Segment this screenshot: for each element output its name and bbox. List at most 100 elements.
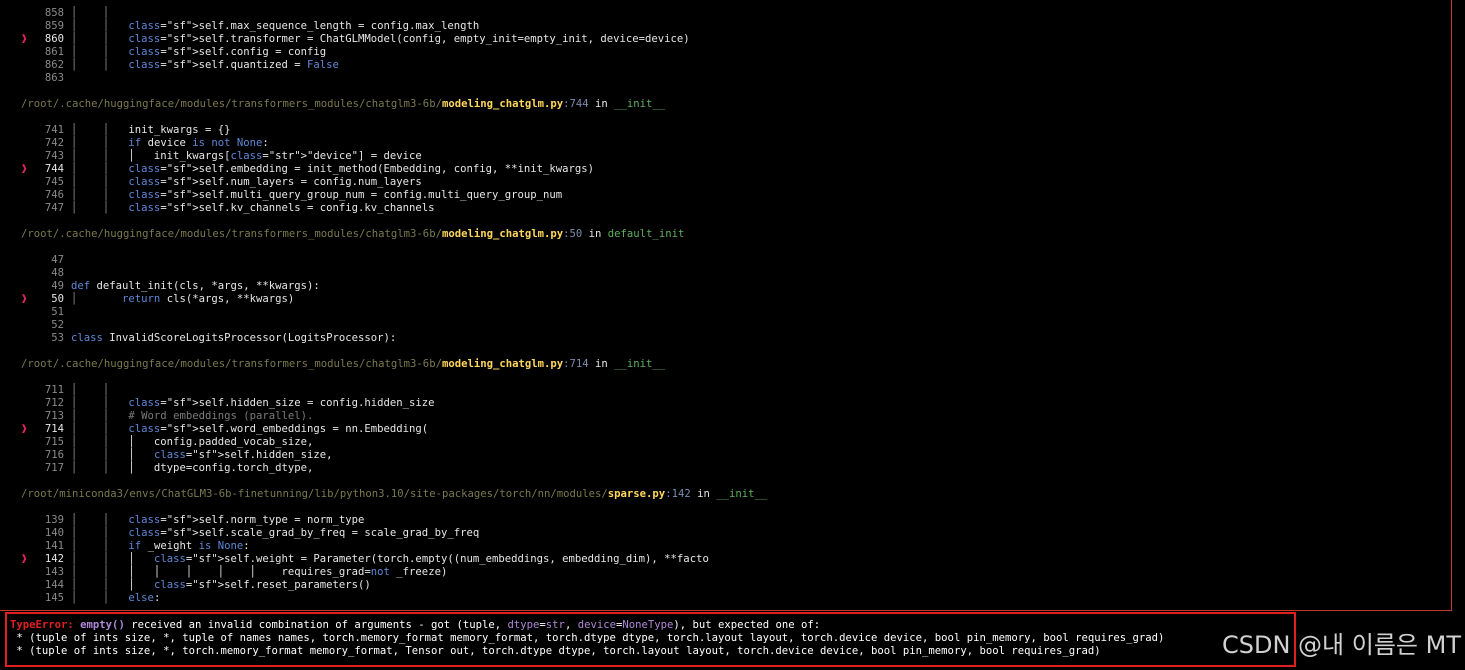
code-text: │ │ class="sf">self.quantized = False [71, 59, 339, 71]
error-signature-2: * (tuple of ints size, *, torch.memory_f… [10, 645, 1101, 657]
code-line: 713 │ │ # Word embeddings (parallel). [0, 410, 1450, 423]
code-line: 145 │ │ else: [0, 592, 1450, 605]
code-text: │ │ class="sf">self.config = config [71, 46, 327, 58]
code-line: 53 class InvalidScoreLogitsProcessor(Logi… [0, 332, 1450, 345]
line-number: 142 [44, 553, 64, 565]
code-line: 49 def default_init(cls, *args, **kwargs)… [0, 280, 1450, 293]
code-block: 711 │ │ 712 │ │ class="sf">self.hidden_siz… [0, 384, 1450, 475]
code-text: │ │ │ init_kwargs[class="str">"device"] … [71, 150, 422, 162]
code-text: │ return cls(*args, **kwargs) [71, 293, 295, 305]
code-line: 48 [0, 267, 1450, 280]
code-text: │ │ class="sf">self.norm_type = norm_typ… [71, 514, 365, 526]
code-text: │ │ class="sf">self.word_embeddings = nn… [71, 423, 429, 435]
path-dir: /root/.cache/huggingface/modules/transfo… [21, 228, 442, 240]
code-line: 861 │ │ class="sf">self.config = config [0, 46, 1450, 59]
path-in: in [588, 98, 615, 110]
line-number: 861 [44, 46, 64, 58]
path-dir: /root/miniconda3/envs/ChatGLM3-6b-finetu… [21, 488, 608, 500]
code-line: 741 │ │ init_kwargs = {} [0, 124, 1450, 137]
frame-file-path: /root/.cache/huggingface/modules/transfo… [0, 98, 1450, 111]
path-dir: /root/.cache/huggingface/modules/transfo… [21, 358, 442, 370]
path-file: modeling_chatglm.py [441, 358, 564, 370]
code-line: 863 [0, 72, 1450, 85]
code-text: │ │ │ │ │ │ │ requires_grad=not _freeze) [71, 566, 448, 578]
code-line: ❱ 714 │ │ class="sf">self.word_embeddings … [0, 423, 1450, 436]
line-number: 52 [51, 319, 64, 331]
code-line: 51 [0, 306, 1450, 319]
line-number: 717 [44, 462, 64, 474]
line-number: 741 [44, 124, 64, 136]
code-text: │ │ class="sf">self.transformer = ChatGL… [71, 33, 690, 45]
path-lineno: :50 [563, 228, 583, 240]
code-text: │ │ │ dtype=config.torch_dtype, [71, 462, 314, 474]
code-line: ❱ 860 │ │ class="sf">self.transformer = Ch… [0, 33, 1450, 46]
code-text: │ │ # Word embeddings (parallel). [71, 410, 314, 422]
code-text: │ │ class="sf">self.hidden_size = config… [71, 397, 435, 409]
path-file: modeling_chatglm.py [441, 228, 564, 240]
code-block: 139 │ │ class="sf">self.norm_type = norm_… [0, 514, 1450, 605]
current-line-marker-icon: ❱ [21, 33, 28, 45]
code-line: 745 │ │ class="sf">self.num_layers = conf… [0, 176, 1450, 189]
code-line: 141 │ │ if _weight is None: [0, 540, 1450, 553]
path-in: in [690, 488, 717, 500]
code-line: 716 │ │ │ class="sf">self.hidden_size, [0, 449, 1450, 462]
code-text: │ │ class="sf">self.max_sequence_length … [71, 20, 480, 32]
code-line: 711 │ │ [0, 384, 1450, 397]
path-in: in [588, 358, 615, 370]
frame-file-path: /root/miniconda3/envs/ChatGLM3-6b-finetu… [0, 488, 1450, 501]
path-file: modeling_chatglm.py [441, 98, 564, 110]
code-line: 747 │ │ class="sf">self.kv_channels = con… [0, 202, 1450, 215]
code-text: │ │ class="sf">self.num_layers = config.… [71, 176, 422, 188]
code-text: │ │ class="sf">self.kv_channels = config… [71, 202, 435, 214]
line-number: 862 [44, 59, 64, 71]
code-line: 139 │ │ class="sf">self.norm_type = norm_… [0, 514, 1450, 527]
code-line: 858 │ │ [0, 7, 1450, 20]
line-number: 714 [44, 423, 64, 435]
code-text: │ │ class="sf">self.scale_grad_by_freq =… [71, 527, 480, 539]
line-number: 860 [44, 33, 64, 45]
code-line: 47 [0, 254, 1450, 267]
path-function: __init__ [614, 98, 666, 110]
current-line-marker-icon: ❱ [21, 553, 28, 565]
line-number: 746 [44, 189, 64, 201]
error-signature-1: * (tuple of ints size, *, tuple of names… [10, 632, 1165, 644]
error-message-line: TypeError: empty() received an invalid c… [10, 619, 821, 631]
error-box: TypeError: empty() received an invalid c… [5, 612, 1296, 667]
code-text: │ │ [71, 7, 110, 19]
path-function: __init__ [614, 358, 666, 370]
code-line: 742 │ │ if device is not None: [0, 137, 1450, 150]
code-block: 858 │ │ 859 │ │ class="sf">self.max_sequen… [0, 7, 1450, 85]
code-line: 743 │ │ │ init_kwargs[class="str">"device… [0, 150, 1450, 163]
line-number: 140 [44, 527, 64, 539]
code-line: 140 │ │ class="sf">self.scale_grad_by_fre… [0, 527, 1450, 540]
line-number: 47 [51, 254, 64, 266]
code-line: 144 │ │ │ class="sf">self.reset_parameter… [0, 579, 1450, 592]
code-line: 717 │ │ │ dtype=config.torch_dtype, [0, 462, 1450, 475]
code-text: │ │ [71, 384, 110, 396]
code-text: def default_init(cls, *args, **kwargs): [71, 280, 320, 292]
code-line: 712 │ │ class="sf">self.hidden_size = con… [0, 397, 1450, 410]
code-text: │ │ init_kwargs = {} [71, 124, 231, 136]
code-line: 143 │ │ │ │ │ │ │ requires_grad=not _free… [0, 566, 1450, 579]
error-function: empty() [80, 619, 125, 631]
line-number: 143 [44, 566, 64, 578]
frame-file-path: /root/.cache/huggingface/modules/transfo… [0, 228, 1450, 241]
current-line-marker-icon: ❱ [21, 423, 28, 435]
path-in: in [582, 228, 608, 240]
frame-file-path: /root/.cache/huggingface/modules/transfo… [0, 358, 1450, 371]
line-number: 49 [51, 280, 64, 292]
line-number: 715 [44, 436, 64, 448]
code-line: ❱ 50 │ return cls(*args, **kwargs) [0, 293, 1450, 306]
line-number: 742 [44, 137, 64, 149]
line-number: 858 [44, 7, 64, 19]
path-lineno: :744 [563, 98, 589, 110]
code-line: 52 [0, 319, 1450, 332]
current-line-marker-icon: ❱ [21, 293, 28, 305]
code-text: │ │ │ class="sf">self.hidden_size, [71, 449, 333, 461]
line-number: 859 [44, 20, 64, 32]
path-file: sparse.py [607, 488, 666, 500]
current-line-marker-icon: ❱ [21, 163, 28, 175]
code-text: │ │ if _weight is None: [71, 540, 250, 552]
line-number: 53 [51, 332, 64, 344]
code-text: │ │ class="sf">self.embedding = init_met… [71, 163, 595, 175]
